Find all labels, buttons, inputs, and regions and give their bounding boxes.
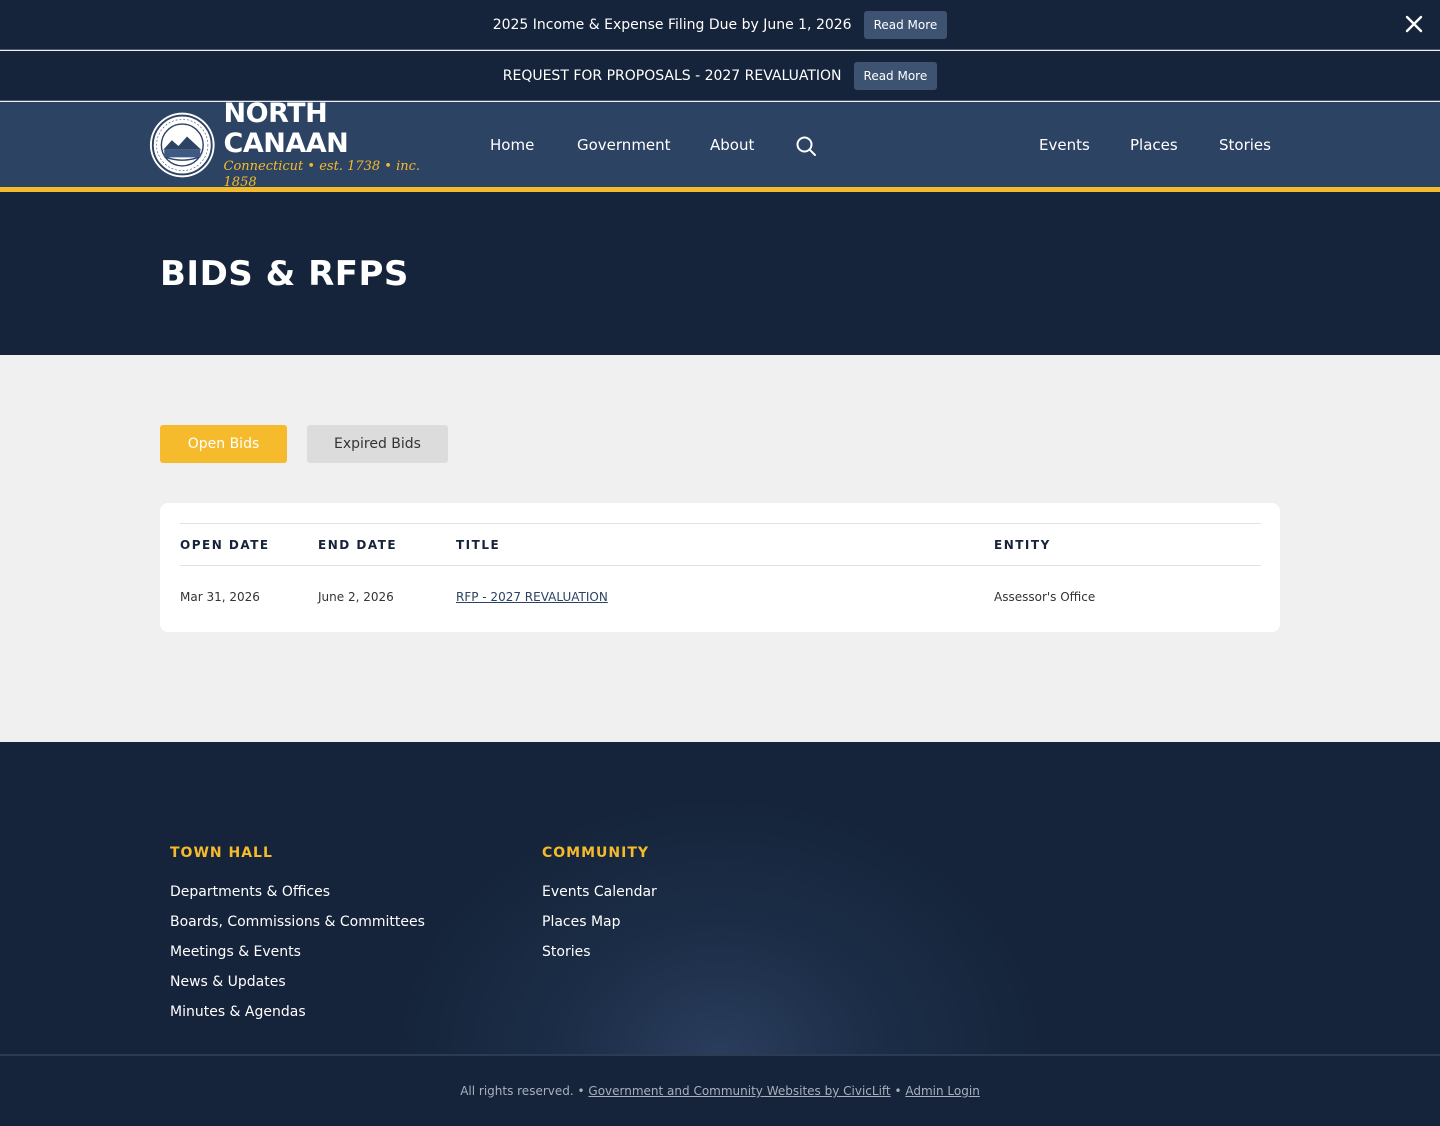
footer-link-meetings[interactable]: Meetings & Events: [170, 944, 301, 960]
search-icon[interactable]: [795, 135, 817, 157]
bids-table: OPEN DATE END DATE TITLE ENTITY Mar 31, …: [160, 503, 1280, 632]
nav-places[interactable]: Places: [1130, 136, 1178, 154]
page-title: BIDS & RFPS: [160, 254, 409, 294]
site-footer: TOWN HALL Departments & Offices Boards, …: [0, 742, 1440, 1054]
tab-open-bids[interactable]: Open Bids: [160, 425, 287, 463]
footer-link-places-map[interactable]: Places Map: [542, 914, 621, 930]
footer-link-events-calendar[interactable]: Events Calendar: [542, 884, 657, 900]
table-divider: [180, 523, 1261, 524]
cell-end-date: June 2, 2026: [318, 590, 394, 604]
cell-entity: Assessor's Office: [994, 590, 1096, 604]
town-seal-icon: [149, 112, 215, 178]
alert-text: REQUEST FOR PROPOSALS - 2027 REVALUATION: [502, 67, 842, 84]
read-more-button[interactable]: Read More: [863, 10, 948, 39]
copyright-text: All rights reserved. • Government and Co…: [460, 1084, 980, 1098]
site-logo[interactable]: NORTH CANAAN Connecticut • est. 1738 • i…: [149, 99, 449, 190]
footer-link-stories[interactable]: Stories: [542, 944, 591, 960]
footer-link-boards[interactable]: Boards, Commissions & Committees: [170, 914, 425, 930]
column-header-entity: ENTITY: [994, 538, 1051, 552]
close-icon[interactable]: [1402, 12, 1426, 36]
separator: •: [894, 1084, 902, 1098]
column-header-end-date: END DATE: [318, 538, 398, 552]
rights-text: All rights reserved. •: [460, 1084, 585, 1098]
column-header-title: TITLE: [456, 538, 501, 552]
nav-stories[interactable]: Stories: [1219, 136, 1271, 154]
site-header: NORTH CANAAN Connecticut • est. 1738 • i…: [0, 99, 1440, 190]
alert-text: 2025 Income & Expense Filing Due by June…: [492, 16, 852, 33]
alert-bar-filing: 2025 Income & Expense Filing Due by June…: [0, 0, 1440, 50]
cell-open-date: Mar 31, 2026: [180, 590, 260, 604]
civiclift-link[interactable]: Government and Community Websites by Civ…: [588, 1084, 890, 1098]
admin-login-link[interactable]: Admin Login: [905, 1084, 979, 1098]
footer-link-news[interactable]: News & Updates: [170, 974, 286, 990]
footer-link-departments[interactable]: Departments & Offices: [170, 884, 330, 900]
copyright-bar: All rights reserved. • Government and Co…: [0, 1054, 1440, 1126]
read-more-button[interactable]: Read More: [853, 61, 938, 90]
column-header-open-date: OPEN DATE: [180, 538, 270, 552]
town-name: NORTH CANAAN: [223, 98, 349, 159]
footer-heading-community: COMMUNITY: [542, 845, 650, 861]
nav-events[interactable]: Events: [1039, 136, 1090, 154]
table-divider: [180, 565, 1261, 566]
alert-bar-rfp: REQUEST FOR PROPOSALS - 2027 REVALUATION…: [0, 51, 1440, 101]
tab-expired-bids[interactable]: Expired Bids: [307, 425, 448, 463]
bid-title-link[interactable]: RFP - 2027 REVALUATION: [456, 590, 608, 604]
footer-link-minutes[interactable]: Minutes & Agendas: [170, 1004, 306, 1020]
footer-heading-town-hall: TOWN HALL: [170, 845, 273, 861]
page-hero: BIDS & RFPS: [0, 192, 1440, 355]
nav-about[interactable]: About: [710, 136, 754, 154]
nav-government[interactable]: Government: [577, 136, 671, 154]
nav-home[interactable]: Home: [490, 136, 534, 154]
